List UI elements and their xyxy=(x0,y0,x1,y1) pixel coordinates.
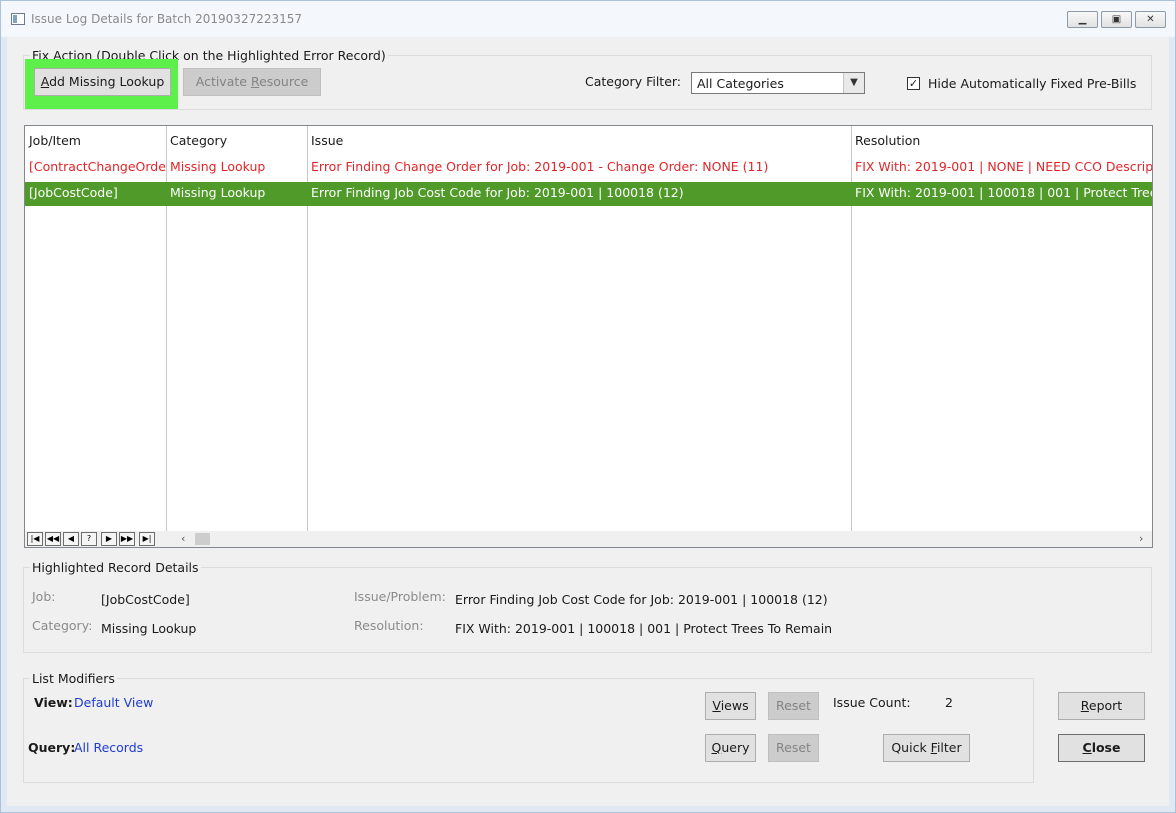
view-value-link[interactable]: Default View xyxy=(74,695,153,710)
first-record-icon[interactable]: |◀ xyxy=(27,532,43,546)
resolution-label: Resolution: xyxy=(354,618,424,633)
next-page-icon[interactable]: ▶▶ xyxy=(119,532,135,546)
add-missing-lookup-post: dd Missing Lookup xyxy=(49,74,165,89)
issue-count-value: 2 xyxy=(945,695,953,710)
query-label: Query: xyxy=(28,740,76,755)
list-modifiers-group xyxy=(23,678,1034,783)
cell-job-item: [JobCostCode] xyxy=(29,185,118,200)
issue-grid[interactable]: Job/Item Category Issue Resolution [Cont… xyxy=(24,125,1153,548)
record-details-group-label: Highlighted Record Details xyxy=(30,560,201,575)
horizontal-scrollbar[interactable]: |◀ ◀◀ ◀ ? ▶ ▶▶ ▶| ‹ › xyxy=(25,531,1152,547)
query-key: Q xyxy=(711,740,722,755)
resolution-value: FIX With: 2019-001 | 100018 | 001 | Prot… xyxy=(455,621,833,636)
report-rest: eport xyxy=(1088,698,1123,713)
header-job-item[interactable]: Job/Item xyxy=(25,130,166,152)
report-key: R xyxy=(1080,698,1089,713)
issue-problem-label: Issue/Problem: xyxy=(354,589,446,604)
query-rest: uery xyxy=(721,740,750,755)
app-icon xyxy=(11,13,25,25)
maximize-button[interactable]: ▣ xyxy=(1101,11,1132,28)
add-missing-lookup-key: A xyxy=(40,74,50,89)
grid-header: Job/Item Category Issue Resolution xyxy=(25,130,1152,154)
category-value: Missing Lookup xyxy=(101,621,197,636)
minimize-button[interactable]: ▁ xyxy=(1067,11,1098,28)
views-button[interactable]: Views xyxy=(705,692,756,720)
view-label: View: xyxy=(34,695,73,710)
reset-view-button[interactable]: Reset xyxy=(768,692,819,720)
header-category[interactable]: Category xyxy=(166,130,307,152)
quick-filter-post: ilter xyxy=(936,740,962,755)
issue-problem-value: Error Finding Job Cost Code for Job: 201… xyxy=(455,592,828,607)
next-record-icon[interactable]: ▶ xyxy=(101,532,117,546)
quick-filter-button[interactable]: Quick Filter xyxy=(883,734,970,762)
activate-resource-pre: Activate xyxy=(195,74,251,89)
cell-job-item: [ContractChangeOrder] xyxy=(29,159,166,174)
previous-record-icon[interactable]: ◀ xyxy=(63,532,79,546)
cell-issue: Error Finding Change Order for Job: 2019… xyxy=(311,159,769,174)
category-filter-select[interactable]: All Categories ▼ xyxy=(691,72,865,94)
close-button[interactable]: Close xyxy=(1058,734,1145,762)
category-filter-value: All Categories xyxy=(697,76,784,91)
issue-count-label: Issue Count: xyxy=(833,695,911,710)
close-rest: lose xyxy=(1091,740,1121,755)
scroll-thumb[interactable] xyxy=(195,533,210,545)
close-window-button[interactable]: ✕ xyxy=(1135,11,1166,28)
previous-page-icon[interactable]: ◀◀ xyxy=(45,532,61,546)
issue-log-window: Issue Log Details for Batch 201903272231… xyxy=(0,0,1176,813)
cell-issue: Error Finding Job Cost Code for Job: 201… xyxy=(311,185,684,200)
views-rest: iews xyxy=(720,698,749,713)
last-record-icon[interactable]: ▶| xyxy=(139,532,155,546)
report-button[interactable]: Report xyxy=(1058,692,1145,720)
header-issue[interactable]: Issue xyxy=(307,130,851,152)
add-missing-lookup-button[interactable]: Add Missing Lookup xyxy=(34,68,171,96)
title-bar[interactable]: Issue Log Details for Batch 201903272231… xyxy=(1,1,1175,37)
job-label: Job: xyxy=(32,589,56,604)
chevron-down-icon[interactable]: ▼ xyxy=(843,73,864,93)
close-key: C xyxy=(1082,740,1092,755)
query-button[interactable]: Query xyxy=(705,734,756,762)
quick-filter-pre: Quick xyxy=(891,740,931,755)
cell-category: Missing Lookup xyxy=(170,185,266,200)
category-label: Category: xyxy=(32,618,93,633)
list-modifiers-group-label: List Modifiers xyxy=(30,671,117,686)
cell-category: Missing Lookup xyxy=(170,159,266,174)
activate-resource-key: R xyxy=(250,74,260,89)
activate-resource-post: esource xyxy=(259,74,309,89)
help-icon[interactable]: ? xyxy=(81,532,97,546)
activate-resource-button[interactable]: Activate Resource xyxy=(183,68,321,96)
scroll-left-icon[interactable]: ‹ xyxy=(181,531,185,547)
query-value-link[interactable]: All Records xyxy=(74,740,143,755)
job-value: [JobCostCode] xyxy=(101,592,190,607)
views-key: V xyxy=(712,698,721,713)
hide-fixed-checkbox[interactable]: ✓ xyxy=(907,77,920,90)
table-row-selected[interactable]: [JobCostCode] Missing Lookup Error Findi… xyxy=(25,182,1152,206)
table-row[interactable]: [ContractChangeOrder] Missing Lookup Err… xyxy=(25,156,1153,180)
scroll-right-icon[interactable]: › xyxy=(1139,531,1143,547)
window-title: Issue Log Details for Batch 201903272231… xyxy=(31,12,303,26)
cell-resolution: FIX With: 2019-001 | NONE | NEED CCO Des… xyxy=(855,159,1153,174)
cell-resolution: FIX With: 2019-001 | 100018 | 001 | Prot… xyxy=(855,185,1152,200)
hide-fixed-label: Hide Automatically Fixed Pre-Bills xyxy=(928,76,1137,91)
category-filter-label: Category Filter: xyxy=(585,74,682,89)
reset-query-button[interactable]: Reset xyxy=(768,734,819,762)
client-area: Fix Action (Double Click on the Highligh… xyxy=(7,37,1169,806)
header-resolution[interactable]: Resolution xyxy=(851,130,1152,152)
record-details-group xyxy=(23,567,1152,653)
